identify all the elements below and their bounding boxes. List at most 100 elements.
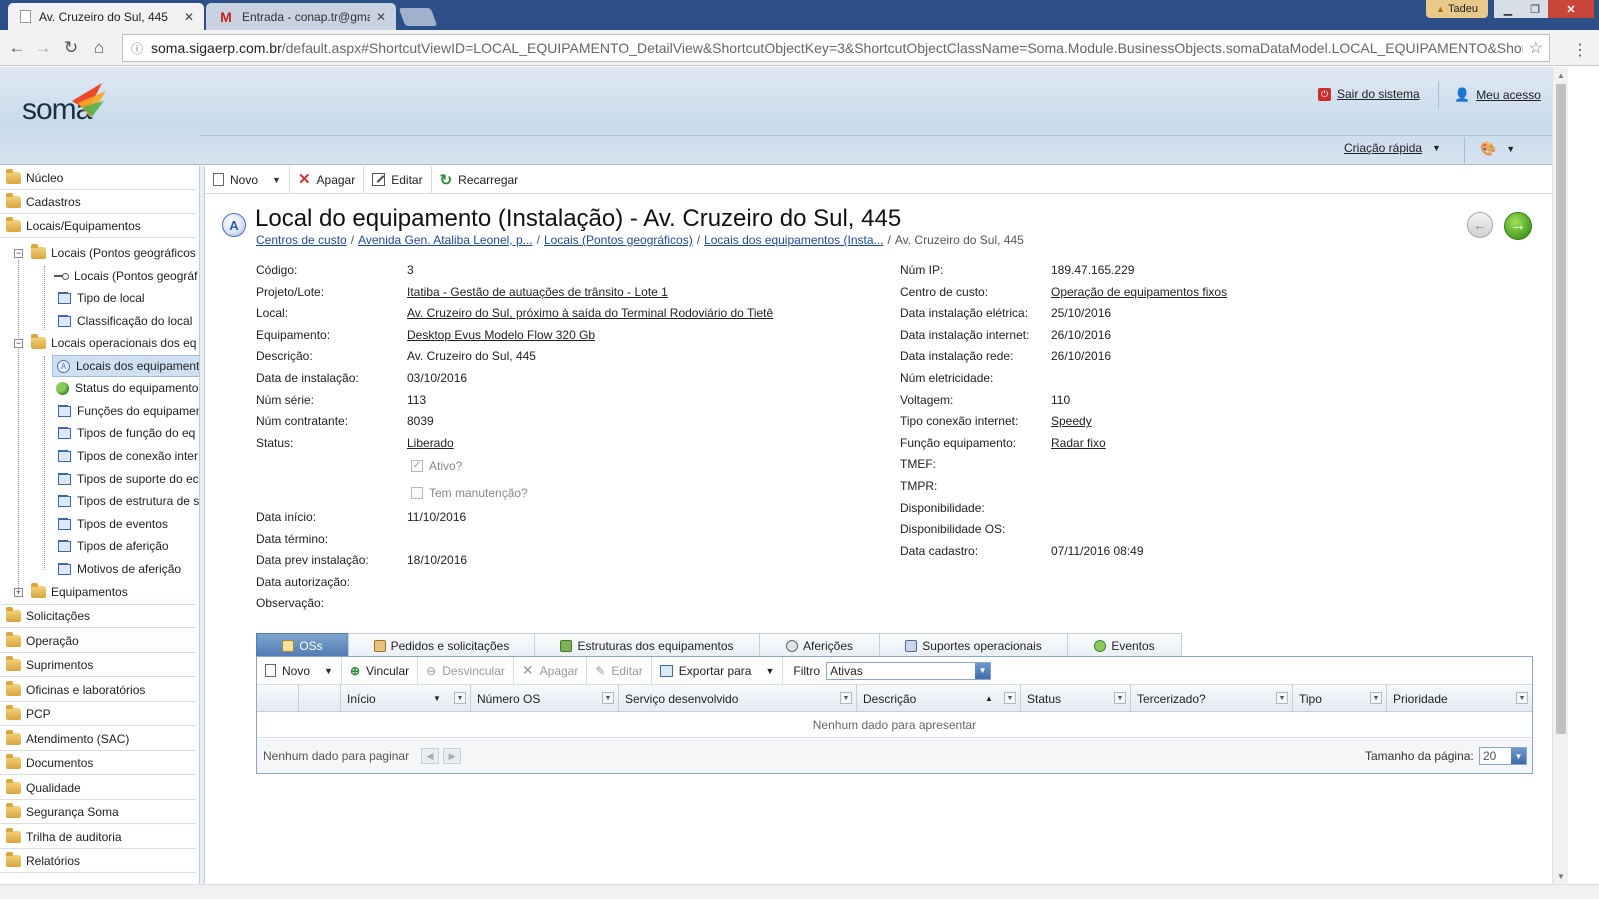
field-value-link[interactable]: Av. Cruzeiro do Sul, próximo à saída do … bbox=[407, 306, 773, 320]
column-header-tercerizado[interactable]: Tercerizado? ▼ bbox=[1131, 685, 1293, 712]
window-close-button[interactable]: ✕ bbox=[1548, 0, 1594, 18]
page-size-select[interactable]: 20 ▼ bbox=[1479, 747, 1527, 765]
filter-icon[interactable]: ▼ bbox=[602, 692, 614, 704]
filter-icon[interactable]: ▼ bbox=[1276, 692, 1288, 704]
my-access-link[interactable]: 👤 Meu acesso bbox=[1454, 87, 1541, 103]
browser-tab-gmail[interactable]: M Entrada - conap.tr@gma ✕ bbox=[206, 3, 396, 30]
field-value-link[interactable]: Desktop Evus Modelo Flow 320 Gb bbox=[407, 328, 595, 342]
breadcrumb-link[interactable]: Centros de custo bbox=[256, 233, 347, 247]
sidebar-item-documentos[interactable]: Documentos bbox=[0, 751, 196, 775]
sidebar-item-solicitacoes[interactable]: Solicitações bbox=[0, 604, 196, 628]
column-header-inicio[interactable]: Início ▼ ▼ bbox=[341, 685, 471, 712]
active-checkbox[interactable]: ✓ Ativo? bbox=[411, 459, 462, 473]
column-header-tipo[interactable]: Tipo ▼ bbox=[1293, 685, 1387, 712]
tab-suportes[interactable]: Suportes operacionais bbox=[879, 633, 1068, 657]
scroll-down-icon[interactable]: ▼ bbox=[1553, 868, 1569, 884]
breadcrumb-link[interactable]: Locais (Pontos geográficos) bbox=[544, 233, 693, 247]
collapse-icon[interactable]: − bbox=[14, 338, 23, 348]
new-tab-button[interactable] bbox=[398, 8, 438, 26]
grid-new-button[interactable]: Novo ▼ bbox=[257, 656, 342, 685]
tree-leaf-locais-pontos[interactable]: Locais (Pontos geográf bbox=[54, 265, 199, 287]
reload-button[interactable]: ↻ bbox=[60, 37, 82, 59]
tab-oss[interactable]: OSs bbox=[256, 633, 349, 657]
grid-delete-button[interactable]: ✕ Apagar bbox=[514, 656, 588, 685]
column-header-status[interactable]: Status ▼ bbox=[1021, 685, 1131, 712]
tree-leaf-tipos-eventos[interactable]: Tipos de eventos bbox=[58, 513, 199, 535]
grid-select-column[interactable] bbox=[257, 685, 299, 712]
tree-leaf-tipos-funcao[interactable]: Tipos de função do eq bbox=[58, 422, 199, 444]
chevron-down-icon[interactable]: ▼ bbox=[324, 666, 333, 676]
sidebar-item-nucleo[interactable]: Núcleo bbox=[0, 166, 196, 190]
url-input[interactable]: ⓘ soma.sigaerp.com.br/default.aspx#Short… bbox=[122, 34, 1550, 62]
scroll-thumb[interactable] bbox=[1556, 84, 1566, 734]
quick-create-dropdown[interactable]: Criação rápida ▼ bbox=[1344, 141, 1441, 155]
logout-link[interactable]: ⏻ Sair do sistema bbox=[1318, 87, 1420, 101]
sidebar-item-cadastros[interactable]: Cadastros bbox=[0, 190, 196, 214]
next-record-button[interactable]: → bbox=[1504, 212, 1532, 240]
field-value-link[interactable]: Itatiba - Gestão de autuações de trânsit… bbox=[407, 285, 668, 299]
sidebar-item-suprimentos[interactable]: Suprimentos bbox=[0, 653, 196, 677]
tree-leaf-tipos-suporte[interactable]: Tipos de suporte do ec bbox=[58, 468, 199, 490]
breadcrumb-link[interactable]: Locais dos equipamentos (Insta... bbox=[704, 233, 883, 247]
filter-icon[interactable]: ▼ bbox=[840, 692, 852, 704]
sidebar-item-qualidade[interactable]: Qualidade bbox=[0, 776, 196, 800]
tree-leaf-locais-equipamentos[interactable]: A Locais dos equipament bbox=[52, 355, 199, 377]
maintenance-checkbox[interactable]: Tem manutenção? bbox=[411, 486, 528, 500]
grid-link-button[interactable]: ⊕ Vincular bbox=[342, 656, 419, 685]
grid-edit-button[interactable]: ✎ Editar bbox=[587, 656, 652, 685]
tree-node-locais-operacionais[interactable]: − Locais operacionais dos eq bbox=[14, 332, 199, 354]
theme-dropdown[interactable]: 🎨 ▼ bbox=[1480, 141, 1515, 157]
filter-icon[interactable]: ▼ bbox=[1370, 692, 1382, 704]
chevron-down-icon[interactable]: ▼ bbox=[272, 175, 281, 185]
grid-export-button[interactable]: Exportar para ▼ bbox=[652, 656, 784, 685]
collapse-icon[interactable]: − bbox=[14, 248, 23, 258]
page-scrollbar[interactable]: ▲ ▼ bbox=[1552, 67, 1568, 884]
breadcrumb-link[interactable]: Avenida Gen. Ataliba Leonel, p... bbox=[358, 233, 533, 247]
sidebar-item-relatorios[interactable]: Relatórios bbox=[0, 849, 196, 873]
close-icon[interactable]: ✕ bbox=[376, 10, 386, 24]
tree-leaf-status-equipamento[interactable]: Status do equipamento bbox=[56, 377, 199, 399]
column-header-servico[interactable]: Serviço desenvolvido ▼ bbox=[619, 685, 857, 712]
maximize-button[interactable]: ❐ bbox=[1522, 0, 1548, 18]
tree-leaf-classificacao-local[interactable]: Classificação do local bbox=[58, 310, 199, 332]
chevron-down-icon[interactable]: ▼ bbox=[1511, 748, 1526, 764]
sidebar-item-atendimento[interactable]: Atendimento (SAC) bbox=[0, 727, 196, 751]
forward-button[interactable]: → bbox=[32, 37, 54, 59]
tree-node-equipamentos[interactable]: + Equipamentos bbox=[14, 581, 199, 603]
tab-pedidos[interactable]: Pedidos e solicitações bbox=[348, 633, 535, 657]
new-button[interactable]: Novo ▼ bbox=[205, 165, 290, 194]
tab-estruturas[interactable]: Estruturas dos equipamentos bbox=[534, 633, 760, 657]
back-button[interactable]: ← bbox=[6, 37, 28, 59]
scroll-up-icon[interactable]: ▲ bbox=[1553, 67, 1569, 83]
edit-button[interactable]: Editar bbox=[364, 165, 432, 194]
filter-icon[interactable]: ▼ bbox=[1114, 692, 1126, 704]
tree-leaf-motivos-afericao[interactable]: Motivos de aferição bbox=[58, 558, 199, 580]
tree-leaf-funcoes[interactable]: Funções do equipamen bbox=[58, 400, 199, 422]
chevron-down-icon[interactable]: ▼ bbox=[765, 666, 774, 676]
tab-afericoes[interactable]: Aferições bbox=[759, 633, 880, 657]
sidebar-item-trilha-auditoria[interactable]: Trilha de auditoria bbox=[0, 825, 196, 849]
previous-record-button[interactable]: ← bbox=[1467, 212, 1493, 238]
tab-eventos[interactable]: Eventos bbox=[1067, 633, 1182, 657]
prev-page-button[interactable]: ◀ bbox=[421, 748, 440, 764]
minimize-button[interactable]: ▁ bbox=[1494, 0, 1522, 18]
tree-leaf-tipos-estrutura[interactable]: Tipos de estrutura de s bbox=[58, 490, 199, 512]
sidebar-item-pcp[interactable]: PCP bbox=[0, 702, 196, 726]
home-button[interactable]: ⌂ bbox=[88, 37, 110, 59]
tree-leaf-tipos-conexao[interactable]: Tipos de conexão inter bbox=[58, 445, 199, 467]
tree-node-locais-pontos[interactable]: − Locais (Pontos geográficos bbox=[14, 242, 199, 264]
sidebar-item-operacao[interactable]: Operação bbox=[0, 629, 196, 653]
delete-button[interactable]: ✕ Apagar bbox=[290, 165, 365, 194]
sidebar-item-locais-equipamentos[interactable]: Locais/Equipamentos bbox=[0, 214, 196, 238]
field-value-link[interactable]: Liberado bbox=[407, 436, 454, 450]
sidebar-item-seguranca[interactable]: Segurança Soma bbox=[0, 800, 196, 824]
chevron-down-icon[interactable]: ▼ bbox=[975, 662, 991, 679]
field-value-link[interactable]: Speedy bbox=[1051, 414, 1092, 428]
next-page-button[interactable]: ▶ bbox=[443, 748, 462, 764]
close-icon[interactable]: ✕ bbox=[184, 10, 194, 24]
filter-icon[interactable]: ▼ bbox=[1004, 692, 1016, 704]
column-header-numero-os[interactable]: Número OS ▼ bbox=[471, 685, 619, 712]
browser-tab-current[interactable]: Av. Cruzeiro do Sul, 445 ✕ bbox=[8, 3, 204, 30]
filter-icon[interactable]: ▼ bbox=[454, 692, 466, 704]
column-header-descricao[interactable]: Descrição ▲ ▼ bbox=[857, 685, 1021, 712]
